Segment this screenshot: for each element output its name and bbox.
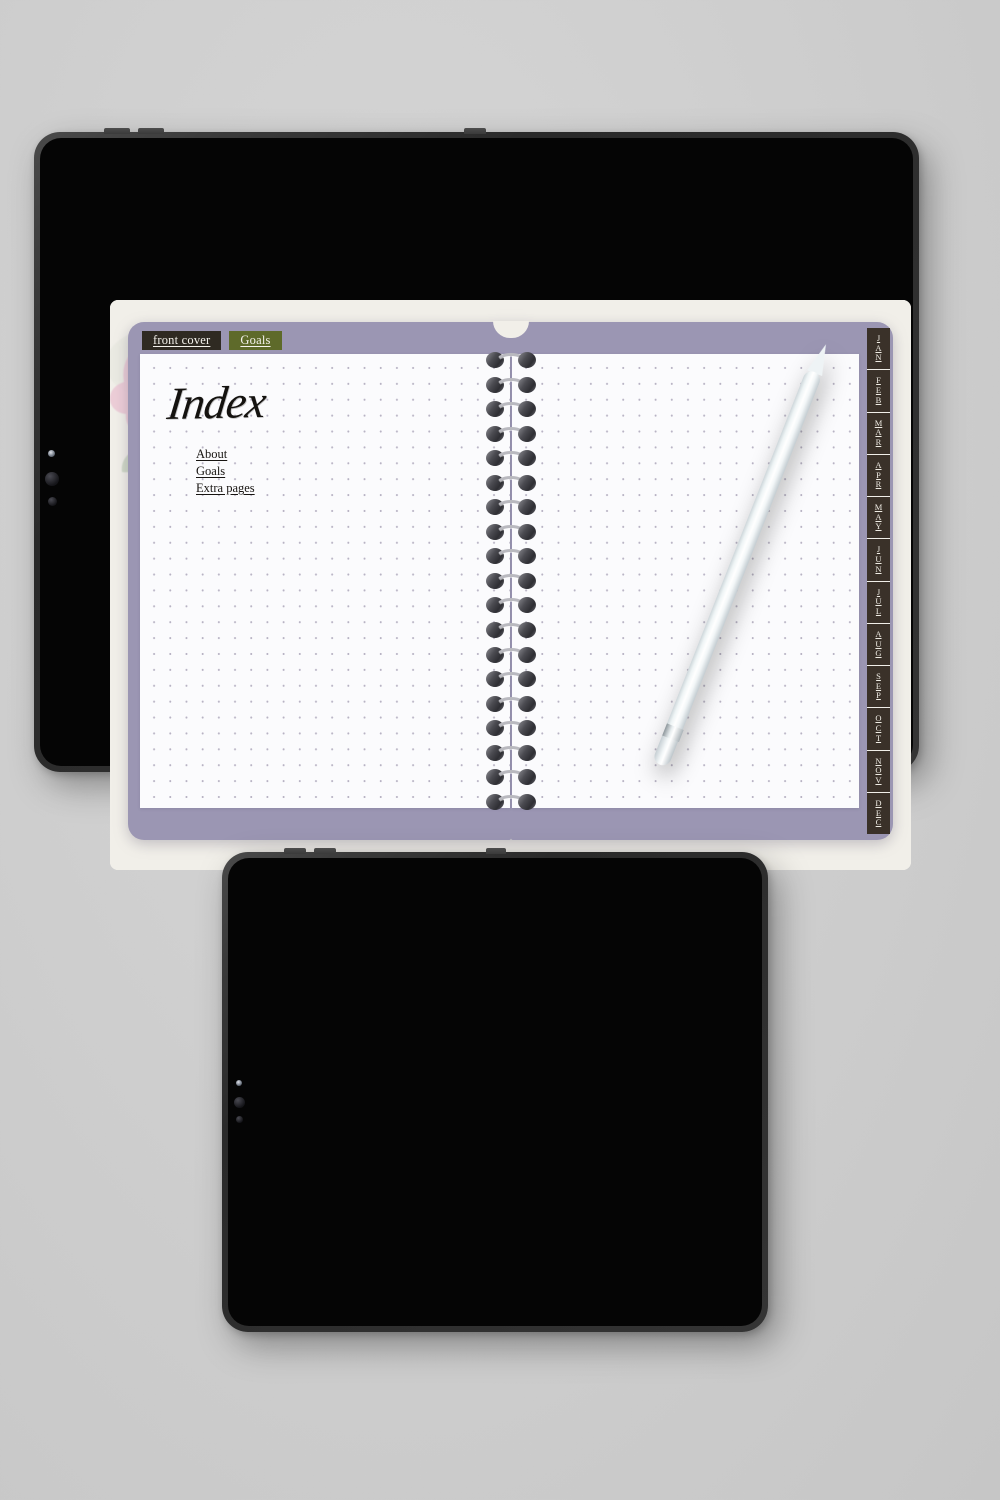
spiral-ring	[485, 744, 536, 761]
month-tab-jan[interactable]: JAN	[867, 328, 890, 370]
spiral-ring	[485, 450, 536, 467]
ambient-sensor-icon	[236, 1080, 242, 1086]
spiral-ring	[485, 425, 536, 442]
ambient-sensor-icon	[48, 450, 55, 457]
spiral-ring	[485, 474, 536, 491]
month-tab-dec[interactable]: DEC	[867, 791, 890, 834]
month-tab-feb[interactable]: FEB	[867, 369, 890, 412]
spiral-ring	[485, 548, 536, 565]
month-tab-letter: R	[875, 436, 882, 447]
month-tab-may[interactable]: MAY	[867, 496, 890, 539]
top-tab-bar: front cover Goals	[142, 331, 497, 350]
month-tab-oct[interactable]: OCT	[867, 707, 890, 750]
month-tab-nov[interactable]: NOV	[867, 749, 890, 792]
spiral-ring	[485, 523, 536, 540]
dotted-page-left[interactable]: Index About Goals Extra pages	[140, 354, 510, 808]
spiral-ring	[485, 352, 536, 368]
planner-page-left: front cover Goals Index About Goals Extr…	[128, 322, 511, 840]
secondary-camera-icon	[48, 497, 57, 506]
power-button[interactable]	[464, 128, 486, 134]
index-link-about[interactable]: About	[196, 447, 227, 462]
month-tab-letter: L	[875, 605, 882, 616]
secondary-camera-icon	[236, 1116, 243, 1123]
spiral-ring	[485, 597, 536, 614]
spiral-ring	[485, 572, 536, 589]
month-tab-jul[interactable]: JUL	[867, 580, 890, 623]
index-link-extra-pages[interactable]: Extra pages	[196, 481, 255, 496]
spiral-binding	[480, 352, 542, 810]
spiral-ring	[485, 720, 536, 737]
spiral-ring	[485, 769, 536, 786]
month-tab-sep[interactable]: SEP	[867, 665, 890, 708]
month-tab-letter: G	[875, 648, 882, 659]
month-tab-apr[interactable]: APR	[867, 453, 890, 496]
dotted-page-right[interactable]	[511, 354, 859, 808]
volume-button-down[interactable]	[314, 848, 336, 854]
month-tab-letter: C	[875, 817, 882, 828]
power-button[interactable]	[486, 848, 506, 854]
month-tab-aug[interactable]: AUG	[867, 622, 890, 665]
month-tab-mar[interactable]: MAR	[867, 411, 890, 454]
month-tab-letter: Y	[875, 521, 882, 532]
front-camera-icon	[234, 1097, 245, 1108]
spiral-ring	[485, 376, 536, 393]
month-tab-letter: B	[875, 394, 882, 405]
planner-page-right: JANFEBMARAPRMAYJUNJULAUGSEPOCTNOVDEC	[510, 322, 893, 840]
spiral-ring	[485, 793, 536, 810]
spiral-ring	[485, 646, 536, 663]
spiral-ring	[485, 622, 536, 639]
spiral-ring	[485, 695, 536, 712]
month-tab-letter: N	[875, 352, 882, 363]
month-tab-letter: T	[875, 732, 882, 743]
month-tab-jun[interactable]: JUN	[867, 538, 890, 581]
spiral-ring	[485, 671, 536, 688]
index-link-goals[interactable]: Goals	[196, 464, 225, 479]
tablet-bottom: Bujo	[222, 848, 768, 1332]
spiral-ring	[485, 499, 536, 516]
month-tab-rail: JANFEBMARAPRMAYJUNJULAUGSEPOCTNOVDEC	[867, 328, 890, 834]
planner-screen-index[interactable]: front cover Goals Index About Goals Extr…	[110, 300, 911, 870]
front-camera-icon	[45, 472, 59, 486]
volume-button-up[interactable]	[104, 128, 130, 134]
tablet-bezel	[228, 858, 762, 1326]
tab-goals[interactable]: Goals	[229, 331, 282, 350]
month-tab-letter: V	[875, 774, 882, 785]
spiral-ring	[485, 401, 536, 418]
page-title: Index	[164, 375, 269, 430]
planner-spread: front cover Goals Index About Goals Extr…	[128, 321, 893, 840]
tab-front-cover[interactable]: front cover	[142, 331, 222, 350]
month-tab-letter: R	[875, 479, 882, 490]
month-tab-letter: N	[875, 563, 882, 574]
month-tab-letter: P	[876, 690, 881, 701]
index-link-list: About Goals Extra pages	[196, 447, 255, 496]
volume-button-down[interactable]	[138, 128, 164, 134]
volume-button-up[interactable]	[284, 848, 306, 854]
